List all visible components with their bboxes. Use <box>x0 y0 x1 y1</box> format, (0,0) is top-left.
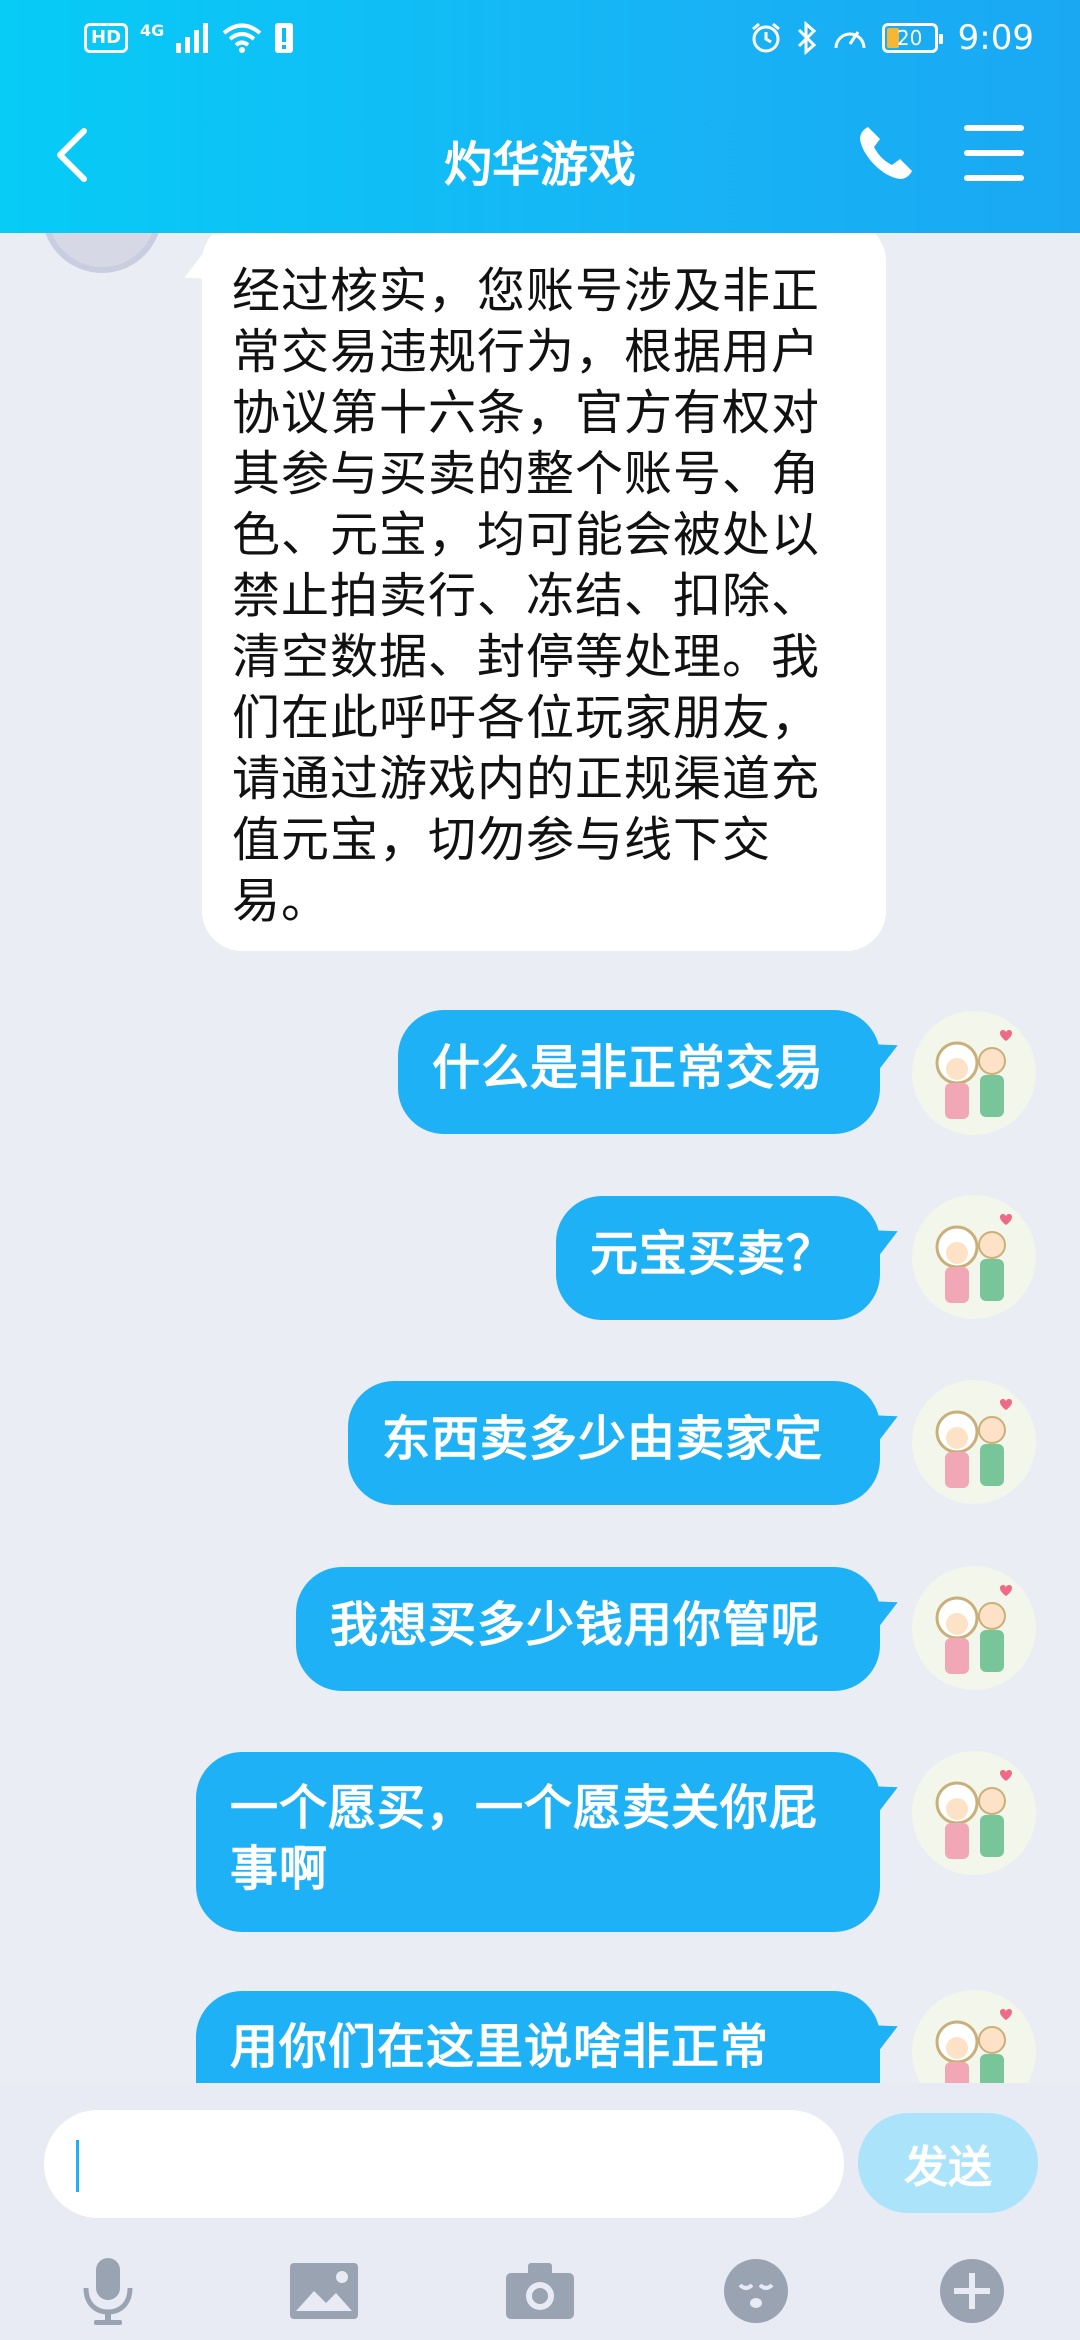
menu-button[interactable] <box>964 125 1024 181</box>
network-type: 4G <box>140 20 165 40</box>
user-avatar[interactable] <box>912 1751 1036 1875</box>
camera-icon <box>506 2263 574 2319</box>
user-avatar[interactable] <box>912 1990 1036 2083</box>
speed-gauge-icon <box>834 31 866 49</box>
couple-avatar-icon <box>935 2009 1012 2083</box>
image-button[interactable] <box>284 2251 364 2331</box>
nav-bar: 灼华游戏 <box>0 95 1080 225</box>
outgoing-message-bubble[interactable]: 元宝买卖？ <box>556 1196 880 1320</box>
alarm-icon <box>751 22 780 53</box>
emoji-icon <box>724 2259 788 2323</box>
composer-area: 发送 <box>0 2083 1080 2340</box>
incoming-message-bubble[interactable]: 经过核实，您账号涉及非正常交易违规行为，根据用户协议第十六条，官方有权对其参与买… <box>202 233 886 951</box>
call-button[interactable] <box>856 123 916 183</box>
sender-avatar[interactable] <box>42 233 162 273</box>
outgoing-message-bubble[interactable]: 我想买多少钱用你管呢 <box>296 1567 880 1691</box>
outgoing-message-bubble[interactable]: 东西卖多少由卖家定 <box>348 1381 880 1505</box>
voice-button[interactable] <box>68 2251 148 2331</box>
user-avatar[interactable] <box>912 1380 1036 1504</box>
sim-alert-icon <box>275 23 294 53</box>
user-avatar[interactable] <box>912 1195 1036 1319</box>
user-avatar[interactable] <box>912 1566 1036 1690</box>
send-button[interactable]: 发送 <box>858 2113 1038 2213</box>
battery-indicator: 20 <box>881 23 943 53</box>
signal-icon <box>176 23 209 53</box>
phone-icon <box>860 127 912 179</box>
menu-icon <box>964 125 1024 131</box>
microphone-icon <box>83 2258 133 2325</box>
bluetooth-icon <box>797 21 816 55</box>
app-header: HD 4G 20 9:09 灼华游戏 <box>0 0 1080 233</box>
composer-toolbar <box>0 2243 1080 2339</box>
page-title: 灼华游戏 <box>443 137 636 193</box>
chat-message-list[interactable]: 经过核实，您账号涉及非正常交易违规行为，根据用户协议第十六条，官方有权对其参与买… <box>0 233 1080 2083</box>
plus-icon <box>940 2259 1004 2323</box>
user-avatar[interactable] <box>912 1011 1036 1135</box>
couple-avatar-icon <box>935 1399 1012 1488</box>
couple-avatar-icon <box>935 1030 1012 1119</box>
couple-avatar-icon <box>935 1770 1012 1859</box>
outgoing-message-bubble[interactable]: 用你们在这里说啥非正常 <box>196 1991 880 2083</box>
couple-avatar-icon <box>935 1585 1012 1674</box>
hd-badge: HD <box>84 23 129 53</box>
outgoing-message-bubble[interactable]: 什么是非正常交易 <box>398 1010 880 1134</box>
camera-button[interactable] <box>500 2251 580 2331</box>
couple-avatar-icon <box>935 1214 1012 1303</box>
wifi-icon <box>223 23 262 53</box>
image-icon <box>290 2263 358 2319</box>
status-bar: HD 4G 20 9:09 <box>0 0 1080 82</box>
outgoing-message-bubble[interactable]: 一个愿买，一个愿卖关你屁事啊 <box>196 1752 880 1932</box>
more-button[interactable] <box>932 2251 1012 2331</box>
emoji-button[interactable] <box>716 2251 796 2331</box>
message-input[interactable] <box>44 2110 844 2218</box>
text-caret <box>76 2140 79 2192</box>
clock-time: 9:09 <box>957 18 1034 58</box>
